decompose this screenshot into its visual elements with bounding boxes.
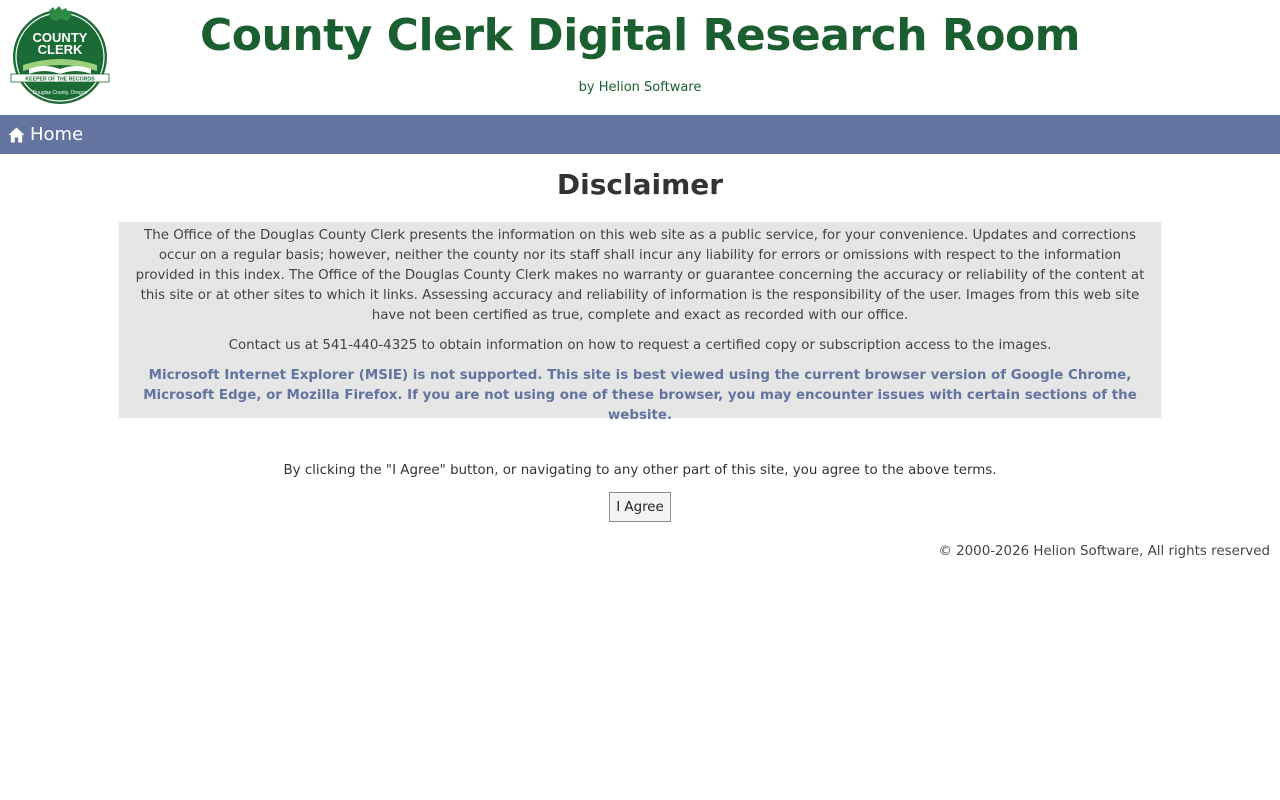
house-icon xyxy=(8,127,25,142)
site-title: County Clerk Digital Research Room xyxy=(199,10,1081,61)
page-title: Disclaimer xyxy=(556,168,724,201)
nav-home-link[interactable]: Home xyxy=(8,115,83,154)
contact-paragraph: Contact us at 541-440-4325 to obtain inf… xyxy=(228,338,1052,353)
disclaimer-box: The Office of the Douglas County Clerk p… xyxy=(119,222,1161,423)
agree-terms-text: By clicking the "I Agree" button, or nav… xyxy=(283,463,997,478)
page-header: COUNTY CLERK KEEPER OF THE RECORDS Dougl… xyxy=(0,0,1280,115)
disclaimer-paragraph: The Office of the Douglas County Clerk p… xyxy=(135,228,1145,323)
site-byline: by Helion Software xyxy=(578,80,702,95)
i-agree-button[interactable]: I Agree xyxy=(609,492,671,522)
footer-copyright: © 2000-2026 Helion Software, All rights … xyxy=(938,544,1270,559)
main-navbar: Home xyxy=(0,115,1280,154)
nav-home-label: Home xyxy=(30,124,84,145)
browser-warning: Microsoft Internet Explorer (MSIE) is no… xyxy=(143,368,1137,423)
